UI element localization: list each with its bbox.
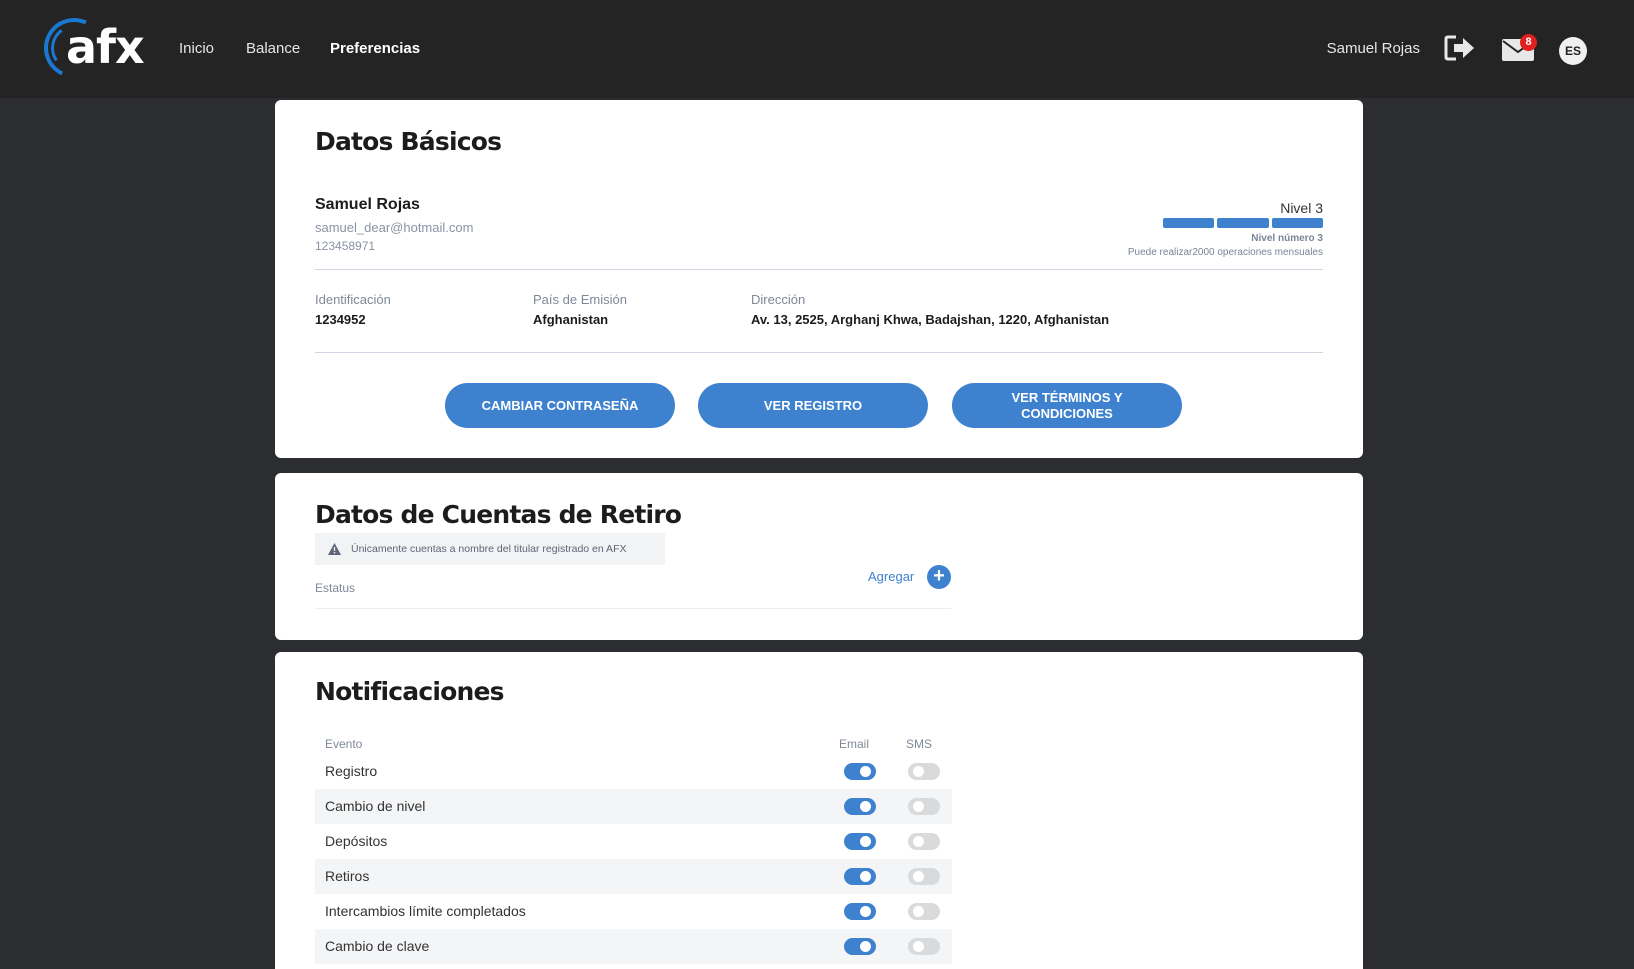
toggle-knob [913, 766, 924, 777]
notification-event-label: Cambio de clave [325, 938, 430, 954]
divider [315, 269, 1323, 270]
email-column-header: Email [839, 737, 870, 751]
add-icon[interactable]: + [927, 565, 951, 589]
toggle-knob [860, 906, 871, 917]
toggle-knob [860, 836, 871, 847]
notification-event-label: Intercambios límite completados [325, 903, 526, 919]
top-navbar: afx Inicio Balance Preferencias Samuel R… [0, 0, 1634, 98]
profile-phone: 123458971 [315, 239, 376, 253]
toggle-knob [913, 871, 924, 882]
email-toggle[interactable] [844, 798, 876, 815]
level-progress [1163, 218, 1323, 228]
profile-name: Samuel Rojas [315, 196, 420, 213]
notification-event-label: Retiros [325, 868, 370, 884]
toggle-knob [860, 766, 871, 777]
nav-preferencias[interactable]: Preferencias [330, 40, 420, 57]
status-column-header: Estatus [315, 581, 356, 595]
sms-toggle[interactable] [908, 868, 940, 885]
toggle-knob [913, 906, 924, 917]
address-value: Av. 13, 2525, Arghanj Khwa, Badajshan, 1… [751, 312, 1110, 327]
notification-row: Registro [315, 754, 952, 789]
withdraw-accounts-title: Datos de Cuentas de Retiro [315, 500, 682, 529]
level-description: Puede realizar2000 operaciones mensuales [1127, 247, 1323, 258]
header-user-name[interactable]: Samuel Rojas [1327, 40, 1420, 57]
country-label: País de Emisión [533, 292, 627, 307]
toggle-knob [913, 801, 924, 812]
notifications-card: Notificaciones Evento Email SMS Registro… [275, 652, 1363, 969]
notifications-title: Notificaciones [315, 677, 505, 706]
sms-toggle[interactable] [908, 938, 940, 955]
notification-event-label: Registro [325, 763, 378, 779]
add-account-label[interactable]: Agregar [868, 569, 914, 584]
email-toggle[interactable] [844, 833, 876, 850]
email-toggle[interactable] [844, 763, 876, 780]
notification-row: Depósitos [315, 824, 952, 859]
notification-row: Retiros [315, 859, 952, 894]
toggle-knob [913, 941, 924, 952]
toggle-knob [860, 801, 871, 812]
logo-text: afx [66, 20, 145, 74]
change-password-button[interactable]: CAMBIAR CONTRASEÑA [445, 383, 675, 428]
event-column-header: Evento [325, 737, 363, 751]
toggle-knob [860, 941, 871, 952]
sms-toggle[interactable] [908, 763, 940, 780]
divider [315, 608, 951, 609]
nav-balance[interactable]: Balance [246, 40, 300, 57]
notification-row: Cambio de nivel [315, 789, 952, 824]
email-toggle[interactable] [844, 903, 876, 920]
basic-data-title: Datos Básicos [315, 127, 502, 156]
level-bar [1217, 218, 1269, 228]
divider [315, 352, 1323, 353]
warning-icon [328, 543, 341, 555]
withdraw-notice: Únicamente cuentas a nombre del titular … [315, 533, 665, 565]
toggle-knob [860, 871, 871, 882]
email-toggle[interactable] [844, 868, 876, 885]
address-label: Dirección [751, 292, 806, 307]
nav-inicio[interactable]: Inicio [179, 40, 214, 57]
view-terms-button[interactable]: VER TÉRMINOS Y CONDICIONES [952, 383, 1182, 428]
notification-event-label: Depósitos [325, 833, 388, 849]
withdraw-notice-text: Únicamente cuentas a nombre del titular … [351, 543, 627, 555]
toggle-knob [913, 836, 924, 847]
identification-label: Identificación [315, 292, 391, 307]
country-value: Afghanistan [533, 312, 609, 327]
notification-row: Intercambios límite completados [315, 894, 952, 929]
notification-event-label: Cambio de nivel [325, 798, 426, 814]
afx-logo[interactable]: afx [35, 9, 154, 87]
level-bar [1163, 218, 1215, 228]
basic-data-card: Datos Básicos Samuel Rojas samuel_dear@h… [275, 100, 1363, 458]
email-toggle[interactable] [844, 938, 876, 955]
logout-icon[interactable] [1444, 34, 1476, 62]
language-selector[interactable]: ES [1559, 37, 1587, 65]
level-title: Nivel 3 [1280, 200, 1323, 216]
sms-toggle[interactable] [908, 903, 940, 920]
notification-row: Cambio de clave [315, 929, 952, 964]
sms-column-header: SMS [906, 737, 933, 751]
profile-email: samuel_dear@hotmail.com [315, 220, 474, 235]
sms-toggle[interactable] [908, 833, 940, 850]
level-number: Nivel número 3 [1251, 233, 1323, 244]
view-registry-button[interactable]: VER REGISTRO [698, 383, 928, 428]
level-bar [1271, 218, 1323, 228]
sms-toggle[interactable] [908, 798, 940, 815]
withdraw-accounts-card: Datos de Cuentas de Retiro Únicamente cu… [275, 473, 1363, 640]
mail-count-badge: 8 [1520, 34, 1537, 51]
identification-value: 1234952 [315, 312, 366, 327]
